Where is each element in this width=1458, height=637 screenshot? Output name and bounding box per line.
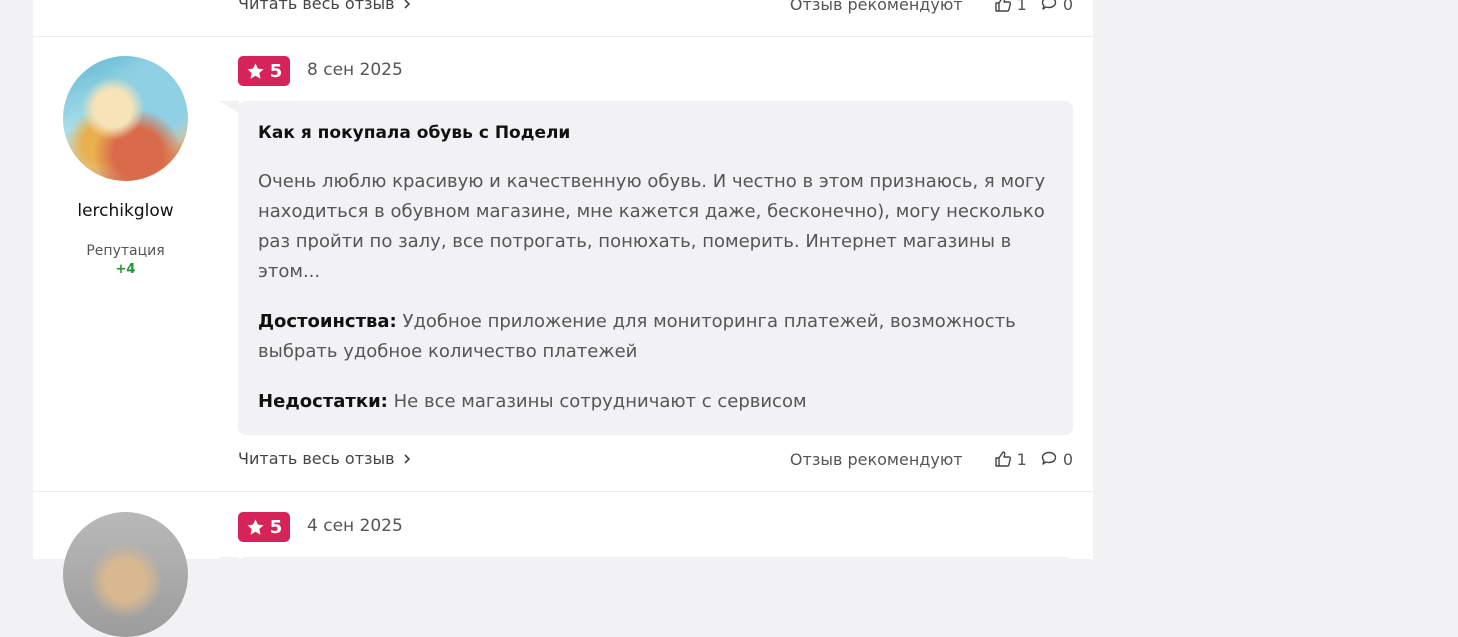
review-title[interactable]: Как я покупала обувь с Подели	[258, 123, 570, 143]
prev-recommend-label: Отзыв рекомендуют	[789, 0, 963, 14]
next-review-card: 5 4 сен 2025	[33, 492, 1093, 637]
prev-like-count: 1	[1016, 0, 1027, 14]
review-cons: Недостатки: Не все магазины сотрудничают…	[258, 387, 1048, 417]
review-card: lerchikglow Репутация +4 5 8 сен 2025 Ка…	[33, 36, 1093, 492]
prev-review-stats: Отзыв рекомендуют 1 0	[790, 0, 1073, 14]
prev-read-more-link[interactable]: Читать весь отзыв	[238, 0, 413, 13]
prev-read-more-label: Читать весь отзыв	[238, 0, 395, 13]
like-button[interactable]: 1	[993, 449, 1027, 469]
prev-comment-button[interactable]: 0	[1039, 0, 1073, 14]
bubble-tail	[219, 101, 239, 113]
next-rating-value: 5	[269, 516, 283, 538]
star-icon	[247, 62, 264, 79]
next-review-date: 4 сен 2025	[307, 516, 403, 536]
prev-review-footer: Читать весь отзыв Отзыв рекомендуют 1 0	[33, 0, 1093, 37]
read-more-link[interactable]: Читать весь отзыв	[238, 449, 413, 468]
next-avatar[interactable]	[63, 512, 188, 637]
chevron-right-icon	[404, 0, 410, 9]
next-rating-badge: 5	[238, 512, 290, 542]
cons-text: Не все магазины сотрудничают с сервисом	[393, 391, 807, 412]
review-stats: Отзыв рекомендуют 1 0	[790, 449, 1073, 469]
comment-icon	[1041, 451, 1057, 465]
read-more-label: Читать весь отзыв	[238, 449, 395, 468]
star-icon	[247, 518, 264, 535]
reviews-panel: Читать весь отзыв Отзыв рекомендуют 1 0 …	[33, 0, 1093, 637]
comment-icon	[1041, 0, 1057, 10]
prev-comment-count: 0	[1062, 0, 1073, 14]
like-count: 1	[1016, 449, 1027, 469]
next-review-body[interactable]	[219, 557, 1073, 597]
cons-label: Недостатки:	[258, 391, 388, 412]
comment-count: 0	[1062, 449, 1073, 469]
thumbs-up-icon	[994, 451, 1011, 467]
rating-value: 5	[269, 60, 283, 82]
review-pros: Достоинства: Удобное приложение для мони…	[258, 307, 1048, 367]
pros-label: Достоинства:	[258, 311, 397, 332]
comment-button[interactable]: 0	[1039, 449, 1073, 469]
reputation-label: Репутация	[86, 243, 165, 259]
recommend-label: Отзыв рекомендуют	[789, 449, 963, 469]
reputation-value: +4	[115, 262, 136, 277]
review-body[interactable]: Как я покупала обувь с Подели Очень любл…	[219, 101, 1073, 435]
avatar[interactable]	[63, 56, 188, 181]
chevron-right-icon	[404, 453, 410, 464]
thumbs-up-icon	[994, 0, 1011, 12]
prev-like-button[interactable]: 1	[993, 0, 1027, 14]
review-text: Очень люблю красивую и качественную обув…	[258, 171, 1046, 282]
author-name[interactable]: lerchikglow	[33, 201, 218, 221]
review-date: 8 сен 2025	[307, 60, 403, 80]
rating-badge: 5	[238, 56, 290, 86]
